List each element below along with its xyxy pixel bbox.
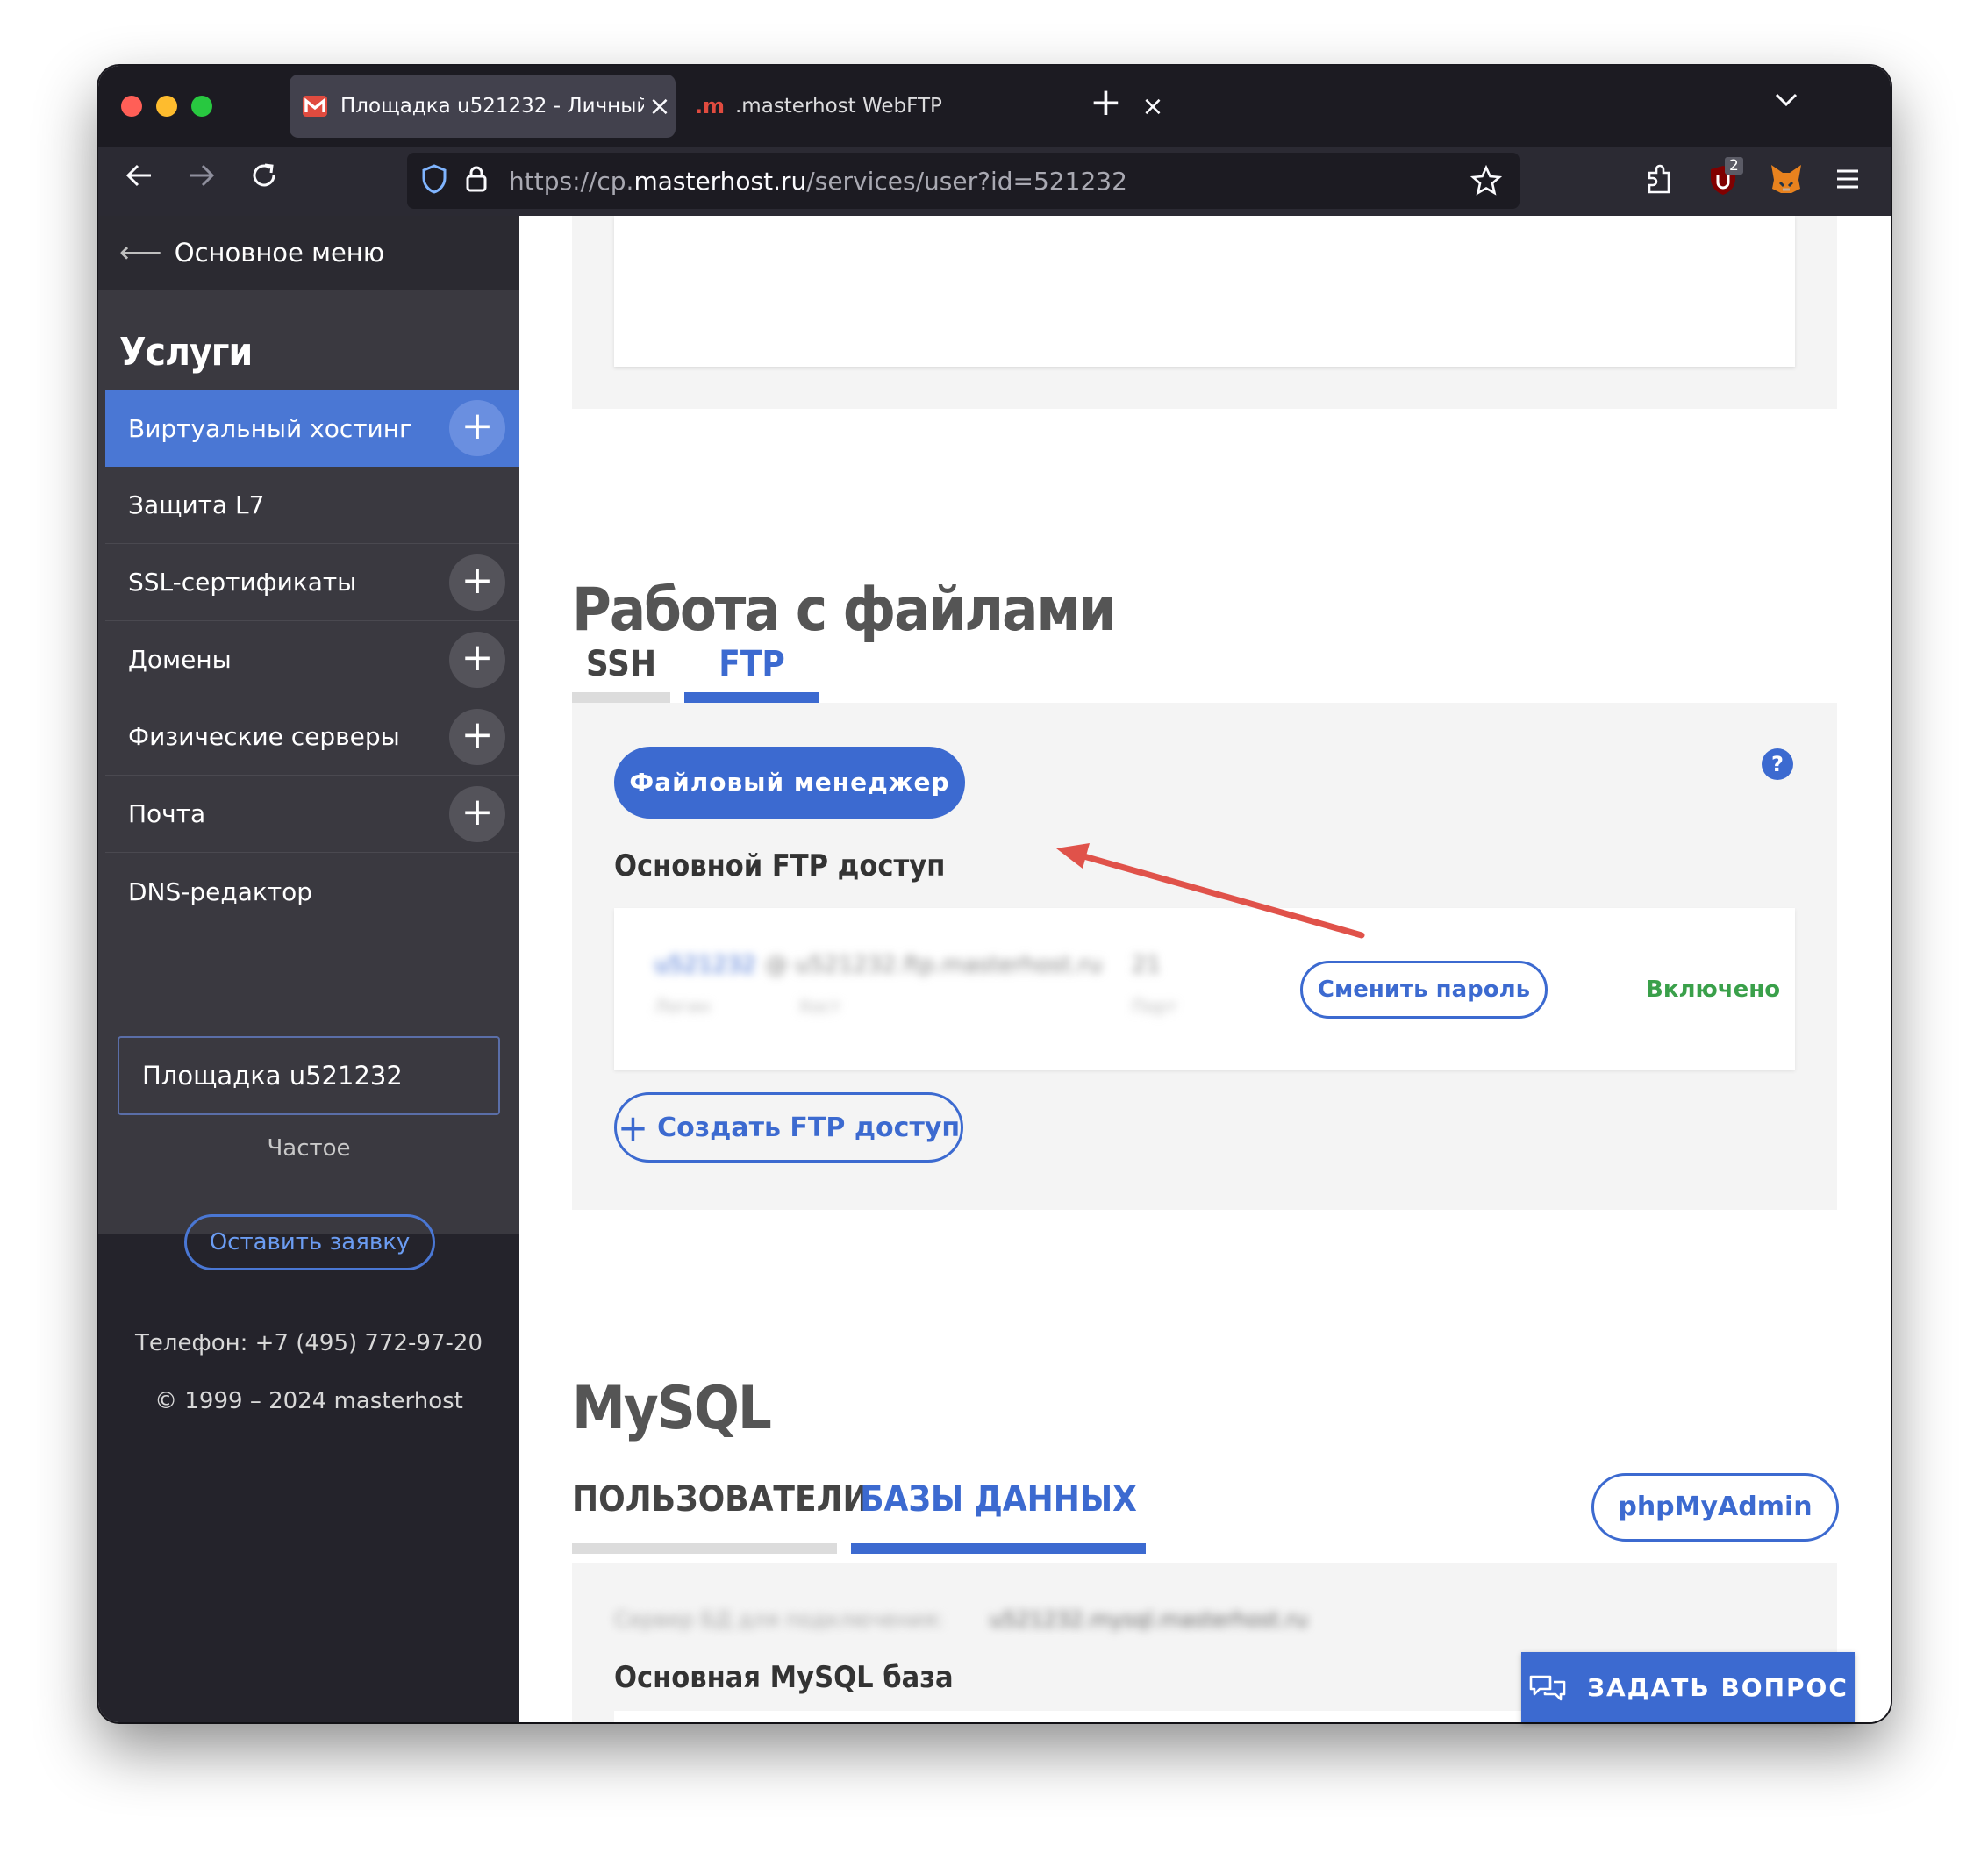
- arrow-left-icon: ⟵: [119, 235, 162, 270]
- sidebar-item-label: Защита L7: [128, 490, 265, 519]
- add-icon[interactable]: +: [449, 554, 505, 611]
- chat-bubbles-icon: [1529, 1675, 1566, 1701]
- main-content: Работа с файлами SSH FTP Файловый менедж…: [519, 216, 1891, 1722]
- sidebar-item-l7-protection[interactable]: Защита L7: [105, 467, 519, 544]
- new-tab-icon[interactable]: +: [1090, 80, 1122, 125]
- back-arrow-icon[interactable]: [125, 159, 154, 199]
- support-phone: Телефон: +7 (495) 772-97-20: [135, 1330, 483, 1356]
- sidebar-item-label: SSL-сертификаты: [128, 568, 357, 597]
- site-selector[interactable]: Площадка u521232: [118, 1036, 500, 1115]
- site-type: Частое: [267, 1135, 351, 1162]
- url-path: /services/user?id=521232: [806, 166, 1127, 196]
- services-menu: Виртуальный хостинг + Защита L7 SSL-серт…: [105, 390, 519, 930]
- sidebar-item-ssl[interactable]: SSL-сертификаты +: [105, 544, 519, 621]
- masterhost-m-icon: .m: [694, 94, 726, 118]
- tab-control-panel[interactable]: Площадка u521232 - Личный к ×: [290, 75, 676, 138]
- ublock-shield-icon[interactable]: 2: [1707, 157, 1743, 204]
- sidebar: ⟵ Основное меню Услуги Виртуальный хости…: [98, 216, 519, 1722]
- close-window-button[interactable]: [121, 96, 142, 117]
- sidebar-item-virtual-hosting[interactable]: Виртуальный хостинг +: [105, 390, 519, 467]
- extensions-puzzle-icon[interactable]: [1644, 162, 1674, 203]
- mysql-tabs: ПОЛЬЗОВАТЕЛИ БАЗЫ ДАННЫХ: [572, 1479, 1146, 1554]
- extension-badge: 2: [1725, 157, 1743, 175]
- url-prefix: https://cp.: [509, 166, 634, 196]
- back-menu-label: Основное меню: [174, 238, 385, 268]
- sidebar-item-label: Физические серверы: [128, 722, 400, 751]
- leave-request-button[interactable]: Оставить заявку: [184, 1214, 435, 1270]
- sidebar-item-physical-servers[interactable]: Физические серверы +: [105, 698, 519, 776]
- zoom-window-button[interactable]: [191, 96, 212, 117]
- create-ftp-access-button[interactable]: + Создать FTP доступ: [614, 1092, 963, 1163]
- tab-title: Площадка u521232 - Личный к: [340, 95, 644, 118]
- navigation-bar: https://cp.masterhost.ru/services/user?i…: [98, 147, 1891, 216]
- browser-window: Площадка u521232 - Личный к × .m .master…: [98, 66, 1891, 1722]
- lock-icon[interactable]: [465, 165, 488, 197]
- sidebar-item-dns-editor[interactable]: DNS-редактор: [105, 853, 519, 930]
- main-mysql-db-title: Основная MySQL база: [614, 1660, 954, 1695]
- url-text[interactable]: https://cp.masterhost.ru/services/user?i…: [509, 167, 1127, 196]
- add-icon[interactable]: +: [449, 400, 505, 456]
- chat-button-label: ЗАДАТЬ ВОПРОС: [1587, 1672, 1849, 1702]
- tab-underline-active: [851, 1543, 1146, 1554]
- close-tab-icon[interactable]: ×: [644, 91, 676, 122]
- phpmyadmin-button[interactable]: phpMyAdmin: [1591, 1473, 1839, 1542]
- forward-arrow-icon[interactable]: [186, 159, 216, 199]
- tab-underline: [572, 1543, 837, 1554]
- tab-mysql-users[interactable]: ПОЛЬЗОВАТЕЛИ: [572, 1479, 869, 1554]
- sidebar-item-label: Домены: [128, 645, 232, 674]
- reload-icon[interactable]: [249, 159, 279, 199]
- db-server-value: u521232.mysql.masterhost.ru: [990, 1607, 1308, 1632]
- hamburger-menu-icon[interactable]: [1835, 164, 1860, 197]
- masterhost-shield-icon: [302, 95, 328, 118]
- tracking-protection-shield-icon[interactable]: [421, 164, 447, 197]
- sidebar-item-label: Почта: [128, 799, 206, 828]
- sidebar-item-mail[interactable]: Почта +: [105, 776, 519, 853]
- sidebar-item-label: DNS-редактор: [128, 876, 313, 906]
- tab-label: БАЗЫ ДАННЫХ: [860, 1479, 1137, 1520]
- annotation-arrow: [1056, 843, 1365, 939]
- tab-label: ПОЛЬЗОВАТЕЛИ: [572, 1479, 869, 1520]
- services-title: Услуги: [119, 330, 253, 375]
- address-bar[interactable]: https://cp.masterhost.ru/services/user?i…: [407, 153, 1520, 209]
- tab-mysql-databases[interactable]: БАЗЫ ДАННЫХ: [851, 1479, 1146, 1554]
- add-icon[interactable]: +: [449, 709, 505, 765]
- sidebar-item-label: Виртуальный хостинг: [128, 413, 412, 443]
- metamask-fox-icon[interactable]: [1769, 162, 1804, 203]
- db-server-label: Сервер БД для подключения:: [614, 1607, 944, 1632]
- copyright: © 1999 – 2024 masterhost: [154, 1388, 463, 1414]
- mysql-section-title: MySQL: [572, 1374, 772, 1443]
- create-ftp-access-label: Создать FTP доступ: [657, 1112, 961, 1143]
- sidebar-item-domains[interactable]: Домены +: [105, 621, 519, 698]
- add-icon[interactable]: +: [449, 632, 505, 688]
- close-tab-icon[interactable]: ×: [1137, 91, 1169, 122]
- tab-bar: Площадка u521232 - Личный к × .m .master…: [98, 66, 1891, 147]
- bookmark-star-icon[interactable]: [1470, 164, 1503, 200]
- ask-question-chat-button[interactable]: ЗАДАТЬ ВОПРОС: [1521, 1652, 1855, 1722]
- back-to-main-menu[interactable]: ⟵ Основное меню: [98, 216, 519, 290]
- tab-list-chevron-icon[interactable]: [1774, 85, 1798, 114]
- url-domain: masterhost.ru: [633, 166, 807, 196]
- add-icon[interactable]: +: [449, 786, 505, 842]
- plus-icon: +: [617, 1105, 649, 1149]
- minimize-window-button[interactable]: [156, 96, 177, 117]
